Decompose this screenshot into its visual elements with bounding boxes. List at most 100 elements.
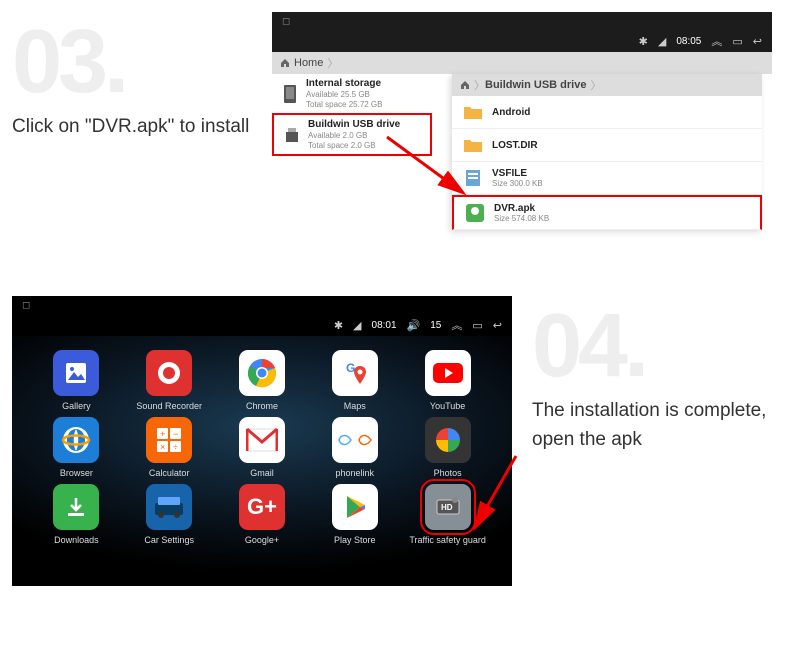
- android-nav-bar: ◻: [12, 296, 512, 314]
- breadcrumb-home-sub[interactable]: [460, 80, 470, 90]
- volume-icon: 🔊: [407, 319, 421, 332]
- step-04: ◻ ✱ ◢ 08:01 🔊 15 ︽ ▭ ↩ Gallery Sound Rec…: [0, 284, 790, 598]
- back-icon[interactable]: ↩: [493, 319, 502, 332]
- downloads-icon: [53, 484, 99, 530]
- app-carsettings[interactable]: Car Settings: [123, 484, 216, 545]
- playstore-icon: [332, 484, 378, 530]
- app-label: phonelink: [336, 468, 375, 478]
- youtube-icon: [425, 350, 471, 396]
- recent-icon[interactable]: ▭: [732, 35, 742, 48]
- app-label: Car Settings: [144, 535, 194, 545]
- phone-icon: [280, 82, 300, 106]
- chevron-right-icon: 〉: [590, 77, 601, 93]
- app-gallery[interactable]: Gallery: [30, 350, 123, 411]
- app-label: Photos: [434, 468, 462, 478]
- app-label: Downloads: [54, 535, 99, 545]
- svg-text:+: +: [160, 429, 165, 439]
- app-label: Gmail: [250, 468, 274, 478]
- file-list-panel: 〉 Buildwin USB drive 〉 Android LOST.DIR …: [452, 74, 762, 230]
- chevron-right-icon: 〉: [474, 77, 485, 93]
- app-label: Sound Recorder: [136, 401, 202, 411]
- app-calc[interactable]: +−× ÷ Calculator: [123, 417, 216, 478]
- file-title: LOST.DIR: [492, 140, 538, 151]
- folder-icon: [462, 134, 484, 156]
- android-nav-bar: ◻: [272, 12, 772, 30]
- step-caption: Click on "DVR.apk" to install: [12, 113, 252, 142]
- android-launcher: ◻ ✱ ◢ 08:01 🔊 15 ︽ ▭ ↩ Gallery Sound Rec…: [12, 296, 512, 586]
- usb-icon: [282, 123, 302, 147]
- recorder-icon: [146, 350, 192, 396]
- gmail-icon: [239, 417, 285, 463]
- maps-icon: G: [332, 350, 378, 396]
- app-label: YouTube: [430, 401, 465, 411]
- chevron-up-icon[interactable]: ︽: [711, 33, 722, 49]
- svg-text:HD: HD: [441, 503, 453, 512]
- dock-icon[interactable]: ◻: [282, 16, 290, 27]
- status-bar: ✱ ◢ 08:05 ︽ ▭ ↩: [272, 30, 772, 52]
- file-row[interactable]: VSFILE Size 300.0 KB: [452, 162, 762, 195]
- breadcrumb-folder[interactable]: Buildwin USB drive: [485, 79, 586, 91]
- bluetooth-icon: ✱: [639, 35, 648, 48]
- step-number: 03.: [12, 22, 252, 103]
- app-recorder[interactable]: Sound Recorder: [123, 350, 216, 411]
- file-title: Android: [492, 107, 530, 118]
- file-title: VSFILE: [492, 168, 543, 179]
- app-label: Gallery: [62, 401, 91, 411]
- phonelink-icon: [332, 417, 378, 463]
- photos-icon: [425, 417, 471, 463]
- app-gmail[interactable]: Gmail: [216, 417, 309, 478]
- file-subtitle: Size 574.08 KB: [494, 214, 549, 223]
- chevron-right-icon: 〉: [327, 55, 338, 71]
- gplus-icon: G+: [239, 484, 285, 530]
- app-playstore[interactable]: Play Store: [308, 484, 401, 545]
- svg-text:÷: ÷: [173, 442, 178, 452]
- app-youtube[interactable]: YouTube: [401, 350, 494, 411]
- chevron-up-icon[interactable]: ︽: [451, 317, 462, 333]
- app-traffic[interactable]: HD Traffic safety guard: [401, 484, 494, 545]
- step-number: 04.: [532, 306, 772, 387]
- svg-text:×: ×: [160, 442, 165, 452]
- file-row[interactable]: LOST.DIR: [452, 129, 762, 162]
- breadcrumb-bar-sub: 〉 Buildwin USB drive 〉: [452, 74, 762, 96]
- dock-icon[interactable]: ◻: [22, 300, 30, 311]
- app-gplus[interactable]: G+ Google+: [216, 484, 309, 545]
- step-03: 03. Click on "DVR.apk" to install ◻ ✱ ◢ …: [0, 0, 790, 284]
- app-label: Calculator: [149, 468, 190, 478]
- app-label: Play Store: [334, 535, 376, 545]
- file-title: DVR.apk: [494, 203, 549, 214]
- app-downloads[interactable]: Downloads: [30, 484, 123, 545]
- gallery-icon: [53, 350, 99, 396]
- breadcrumb-bar: Home 〉: [272, 52, 772, 74]
- clock: 08:05: [676, 36, 701, 47]
- app-label: Maps: [344, 401, 366, 411]
- carsettings-icon: [146, 484, 192, 530]
- app-maps[interactable]: G Maps: [308, 350, 401, 411]
- step-03-text: 03. Click on "DVR.apk" to install: [12, 12, 252, 142]
- step-04-text: 04. The installation is complete, open t…: [532, 296, 772, 454]
- app-photos[interactable]: Photos: [401, 417, 494, 478]
- signal-icon: ◢: [658, 35, 666, 48]
- folder-icon: [462, 101, 484, 123]
- file-subtitle: Size 300.0 KB: [492, 179, 543, 188]
- step-caption: The installation is complete, open the a…: [532, 397, 772, 454]
- app-chrome[interactable]: Chrome: [216, 350, 309, 411]
- file-row[interactable]: Android: [452, 96, 762, 129]
- back-icon[interactable]: ↩: [753, 35, 762, 48]
- usb-drive-highlight[interactable]: Buildwin USB drive Available 2.0 GB Tota…: [272, 113, 432, 156]
- app-phonelink[interactable]: phonelink: [308, 417, 401, 478]
- breadcrumb-home[interactable]: Home: [280, 57, 323, 69]
- svg-text:−: −: [173, 429, 178, 439]
- signal-icon: ◢: [353, 319, 361, 332]
- clock: 08:01: [372, 320, 397, 331]
- app-label: Google+: [245, 535, 279, 545]
- app-label: Traffic safety guard: [409, 535, 486, 545]
- home-icon: [460, 80, 470, 90]
- recent-icon[interactable]: ▭: [472, 319, 482, 332]
- file-manager: ◻ ✱ ◢ 08:05 ︽ ▭ ↩ Home 〉: [272, 12, 772, 272]
- home-icon: [280, 58, 290, 68]
- traffic-icon: HD: [425, 484, 471, 530]
- file-icon: [462, 167, 484, 189]
- app-browser[interactable]: Browser: [30, 417, 123, 478]
- app-grid: Gallery Sound Recorder ChromeG Maps YouT…: [12, 336, 512, 559]
- file-row[interactable]: DVR.apk Size 574.08 KB: [452, 195, 762, 230]
